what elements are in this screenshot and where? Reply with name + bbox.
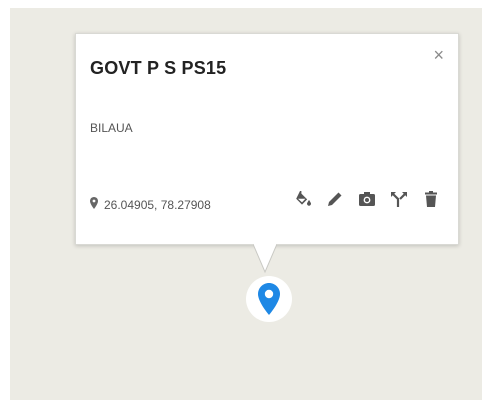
popup-toolbar (294, 190, 440, 208)
location-pin-icon (90, 196, 98, 214)
map-marker-icon[interactable] (258, 283, 280, 315)
info-popup: GOVT P S PS15 × BILAUA 26.04905, 78.2790… (75, 33, 459, 245)
coordinates-row: 26.04905, 78.27908 (90, 196, 211, 214)
trash-icon[interactable] (422, 190, 440, 208)
popup-pointer (253, 244, 277, 274)
place-title: GOVT P S PS15 (90, 58, 227, 78)
directions-fork-icon[interactable] (390, 190, 408, 208)
camera-icon[interactable] (358, 190, 376, 208)
place-subtitle: BILAUA (90, 121, 133, 135)
coordinates-text: 26.04905, 78.27908 (104, 198, 211, 212)
close-button[interactable]: × (433, 46, 444, 64)
paint-bucket-icon[interactable] (294, 190, 312, 208)
pencil-icon[interactable] (326, 190, 344, 208)
marker-background[interactable] (246, 276, 292, 322)
